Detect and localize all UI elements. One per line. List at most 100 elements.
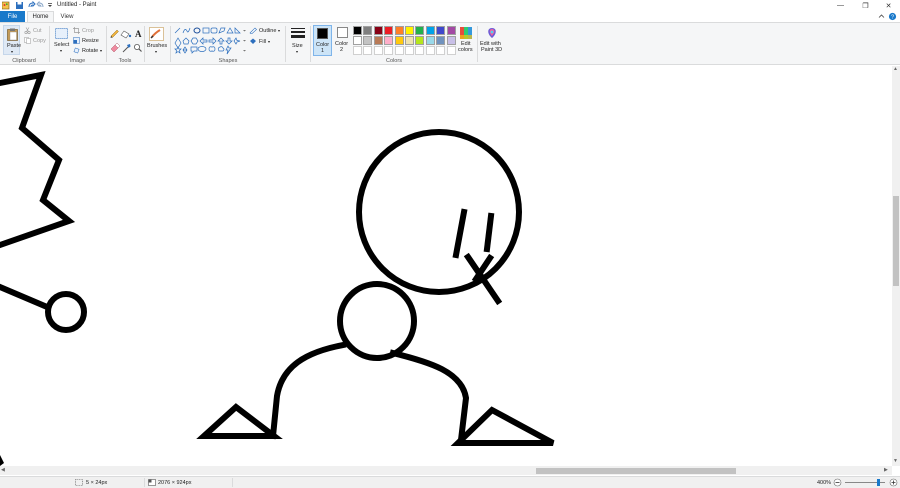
- select-button[interactable]: Select ▾: [53, 25, 70, 55]
- palette-swatch[interactable]: [446, 36, 456, 45]
- separator: [170, 26, 171, 62]
- edit-with-paint3d-button[interactable]: Edit with Paint 3D: [479, 25, 505, 56]
- custom-color-slot[interactable]: [394, 46, 404, 55]
- brushes-button[interactable]: Brushes ▾: [147, 25, 167, 55]
- horizontal-scrollbar[interactable]: ◀ ▶: [0, 466, 892, 475]
- four-point-star-shape-icon: [233, 37, 241, 45]
- redo-icon[interactable]: [36, 1, 44, 8]
- collapse-ribbon-icon[interactable]: [878, 13, 885, 20]
- palette-swatch[interactable]: [363, 26, 373, 35]
- palette-swatch[interactable]: [425, 36, 435, 45]
- palette-swatch[interactable]: [363, 36, 373, 45]
- magnifier-icon[interactable]: [133, 43, 142, 52]
- zoom-slider-thumb[interactable]: [876, 479, 880, 486]
- custom-color-slot[interactable]: [446, 46, 456, 55]
- maximize-button[interactable]: ❐: [854, 0, 877, 11]
- right-foot-drawing: [450, 406, 555, 446]
- separator: [477, 26, 478, 62]
- palette-swatch[interactable]: [394, 26, 404, 35]
- resize-button[interactable]: Resize: [82, 38, 99, 44]
- scroll-left-icon[interactable]: ◀: [1, 467, 5, 473]
- shapes-more-icon: [243, 50, 246, 52]
- palette-swatch[interactable]: [405, 26, 414, 35]
- outline-dropdown-icon[interactable]: ▾: [278, 28, 280, 33]
- size-button[interactable]: Size ▾: [288, 25, 308, 55]
- close-button[interactable]: ✕: [877, 0, 900, 11]
- palette-swatch[interactable]: [436, 26, 446, 35]
- custom-color-slot[interactable]: [436, 46, 446, 55]
- tab-file[interactable]: File: [0, 11, 25, 22]
- tab-home[interactable]: Home: [27, 11, 54, 22]
- vertical-scroll-thumb[interactable]: [893, 196, 899, 286]
- copy-icon[interactable]: [24, 37, 31, 44]
- rotate-icon[interactable]: [73, 47, 80, 54]
- scissors-icon[interactable]: [24, 27, 31, 34]
- fill-icon[interactable]: [249, 38, 257, 45]
- copy-button[interactable]: Copy: [33, 38, 46, 44]
- eraser-icon[interactable]: [110, 42, 121, 53]
- zoom-in-icon[interactable]: [889, 478, 898, 487]
- horizontal-scroll-thumb[interactable]: [536, 468, 736, 474]
- zoom-level: 400%: [817, 480, 832, 486]
- minimize-button[interactable]: —: [829, 0, 852, 11]
- color-picker-icon[interactable]: [122, 44, 131, 53]
- palette-swatch[interactable]: [373, 26, 383, 35]
- save-icon[interactable]: [16, 2, 23, 9]
- rotate-dropdown-icon[interactable]: ▾: [100, 48, 102, 53]
- shapes-gallery[interactable]: [174, 27, 246, 55]
- resize-icon[interactable]: [73, 37, 80, 44]
- canvas[interactable]: [0, 66, 892, 466]
- edit-colors-icon: [460, 27, 472, 39]
- zoom-slider-track[interactable]: [845, 479, 885, 486]
- customize-qat-icon[interactable]: [48, 3, 52, 7]
- palette-swatch[interactable]: [394, 36, 404, 45]
- custom-color-slot[interactable]: [353, 46, 362, 55]
- outline-icon[interactable]: [249, 27, 257, 34]
- title-bar: Untitled - Paint — ❐ ✕: [0, 0, 900, 11]
- rotate-button[interactable]: Rotate: [82, 48, 98, 54]
- palette-swatch[interactable]: [373, 36, 383, 45]
- color2-button[interactable]: Color 2: [334, 25, 352, 56]
- palette-swatch[interactable]: [436, 36, 446, 45]
- cut-button[interactable]: Cut: [33, 28, 42, 34]
- paste-button[interactable]: Paste ▾: [3, 25, 21, 55]
- outline-button[interactable]: Outline: [259, 28, 276, 34]
- palette-swatch[interactable]: [384, 26, 394, 35]
- edit-colors-button[interactable]: Edit colors: [457, 25, 475, 56]
- fill-button[interactable]: Fill: [259, 39, 266, 45]
- left-leg-stroke: [269, 341, 347, 440]
- palette-swatch[interactable]: [353, 36, 362, 45]
- image-group-label: Image: [69, 58, 86, 64]
- custom-color-slot[interactable]: [363, 46, 373, 55]
- zoom-out-icon[interactable]: [833, 478, 842, 487]
- rectangle-shape-icon: [202, 27, 210, 34]
- custom-color-slot[interactable]: [405, 46, 414, 55]
- scroll-down-icon[interactable]: ▼: [893, 458, 898, 464]
- custom-color-slot[interactable]: [415, 46, 425, 55]
- scroll-up-icon[interactable]: ▲: [893, 66, 898, 72]
- text-icon[interactable]: A: [135, 29, 142, 39]
- color1-swatch: [317, 28, 328, 39]
- palette-swatch[interactable]: [425, 26, 435, 35]
- palette-swatch[interactable]: [405, 36, 414, 45]
- crop-icon[interactable]: [73, 27, 80, 34]
- palette-swatch[interactable]: [446, 26, 456, 35]
- fill-dropdown-icon[interactable]: ▾: [268, 39, 270, 44]
- vertical-scrollbar[interactable]: ▲ ▼: [892, 66, 900, 466]
- tab-view[interactable]: View: [55, 11, 79, 22]
- custom-color-slot[interactable]: [384, 46, 394, 55]
- fill-bucket-icon[interactable]: [120, 30, 132, 39]
- palette-swatch[interactable]: [384, 36, 394, 45]
- palette-swatch[interactable]: [415, 36, 425, 45]
- palette-swatch[interactable]: [415, 26, 425, 35]
- crop-button[interactable]: Crop: [82, 28, 94, 34]
- scroll-right-icon[interactable]: ▶: [884, 467, 888, 473]
- help-icon[interactable]: ?: [888, 12, 897, 21]
- canvas-resize-handle-icon: [0, 455, 4, 466]
- undo-icon[interactable]: [28, 1, 36, 8]
- color1-button[interactable]: Color 1: [313, 25, 332, 56]
- custom-color-slot[interactable]: [425, 46, 435, 55]
- custom-color-slot[interactable]: [373, 46, 383, 55]
- palette-swatch[interactable]: [353, 26, 362, 35]
- pencil-icon[interactable]: [110, 29, 119, 38]
